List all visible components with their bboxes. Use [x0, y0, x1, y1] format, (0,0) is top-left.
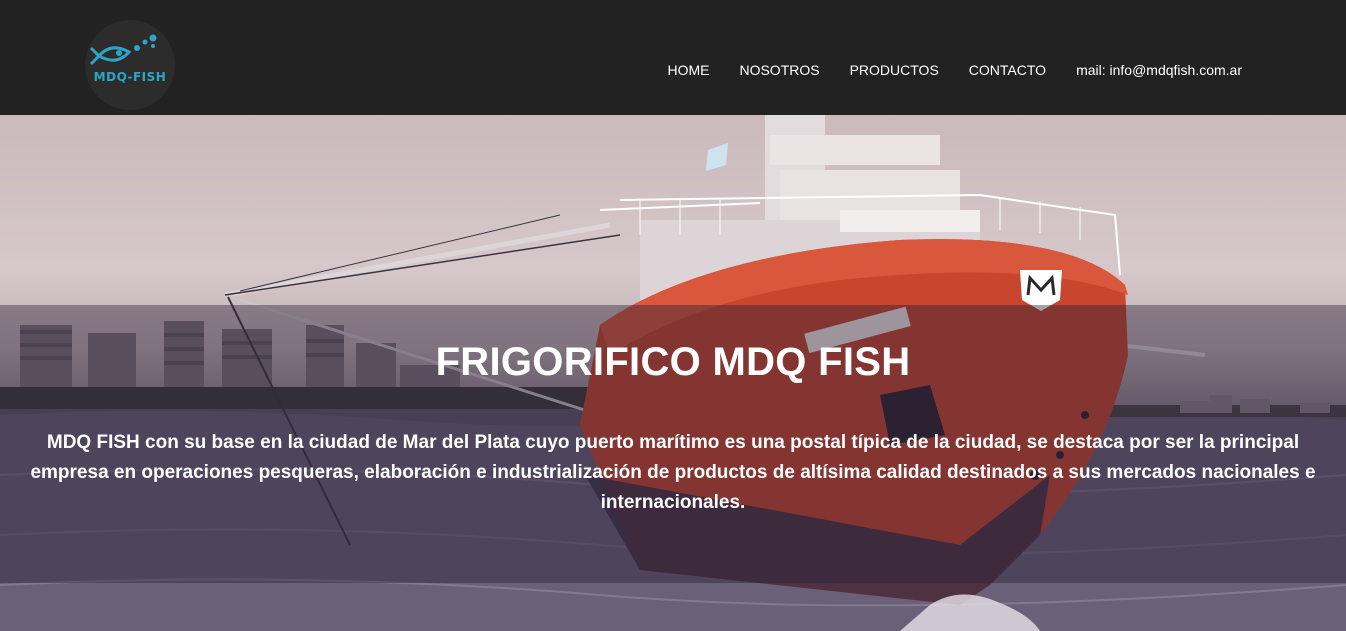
logo[interactable]: MDQ-FISH: [85, 20, 175, 110]
nav-nosotros-link[interactable]: NOSOTROS: [739, 62, 819, 78]
main-nav: HOME NOSOTROS PRODUCTOS CONTACTO mail: i…: [667, 62, 1242, 78]
site-header: MDQ-FISH HOME NOSOTROS PRODUCTOS CONTACT…: [0, 0, 1346, 115]
hero-title: FRIGORIFICO MDQ FISH: [435, 340, 911, 384]
logo-text: MDQ-FISH: [93, 70, 167, 84]
nav-contacto-link[interactable]: CONTACTO: [969, 62, 1046, 78]
hero-banner: FRIGORIFICO MDQ FISH MDQ FISH con su bas…: [0, 115, 1346, 631]
hero-description: MDQ FISH con su base en la ciudad de Mar…: [30, 432, 1316, 513]
nav-productos-link[interactable]: PRODUCTOS: [850, 62, 939, 78]
nav-home-link[interactable]: HOME: [667, 62, 709, 78]
nav-mail-link[interactable]: mail: info@mdqfish.com.ar: [1076, 62, 1242, 78]
fish-bubbles-icon: [89, 34, 157, 66]
